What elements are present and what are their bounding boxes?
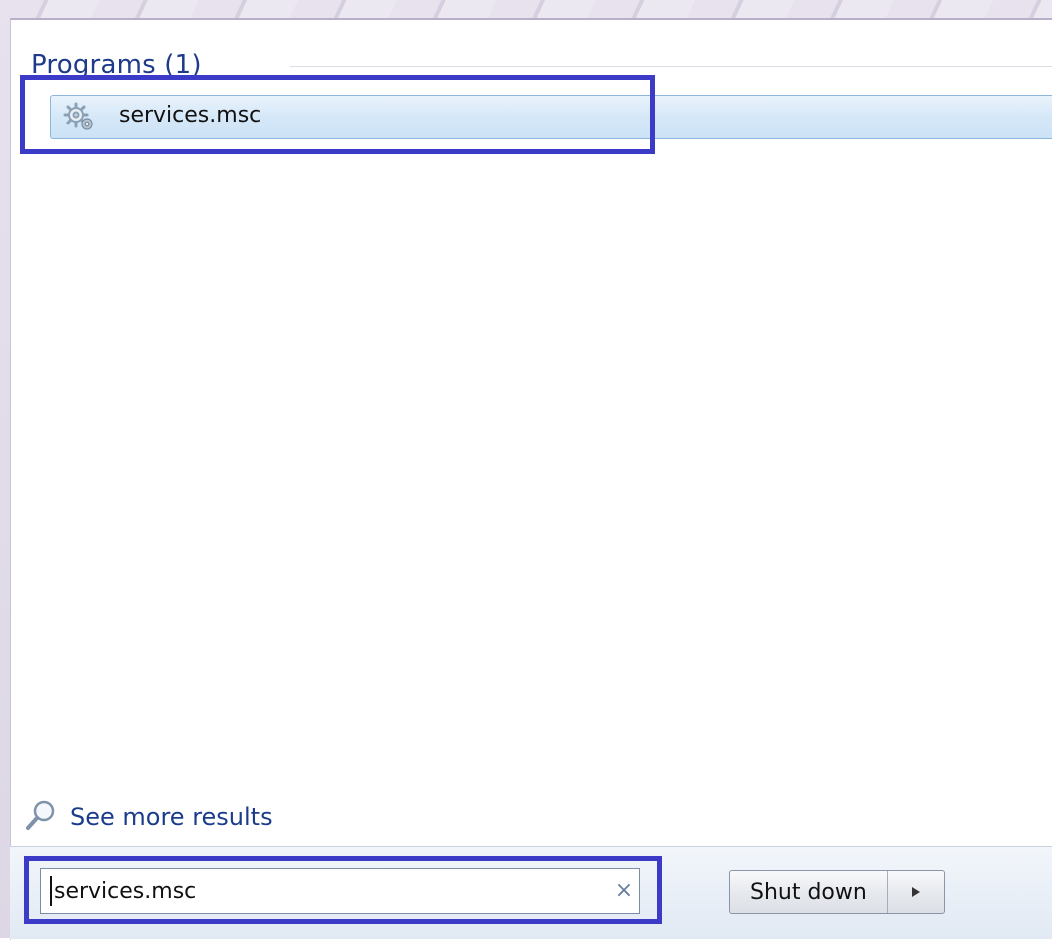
annotation-highlight-search (24, 856, 662, 924)
shutdown-options-button[interactable] (888, 871, 944, 913)
magnifier-icon (24, 798, 58, 836)
shut-down-button[interactable]: Shut down (730, 871, 888, 913)
section-divider (290, 66, 1052, 67)
triangle-right-icon (911, 883, 921, 902)
see-more-results-label: See more results (70, 803, 273, 831)
see-more-results-link[interactable]: See more results (24, 797, 273, 837)
power-button-group: Shut down (729, 870, 945, 914)
menu-left-edge (0, 18, 10, 938)
annotation-highlight-result (20, 75, 655, 154)
desktop-background-strip (0, 0, 1052, 18)
